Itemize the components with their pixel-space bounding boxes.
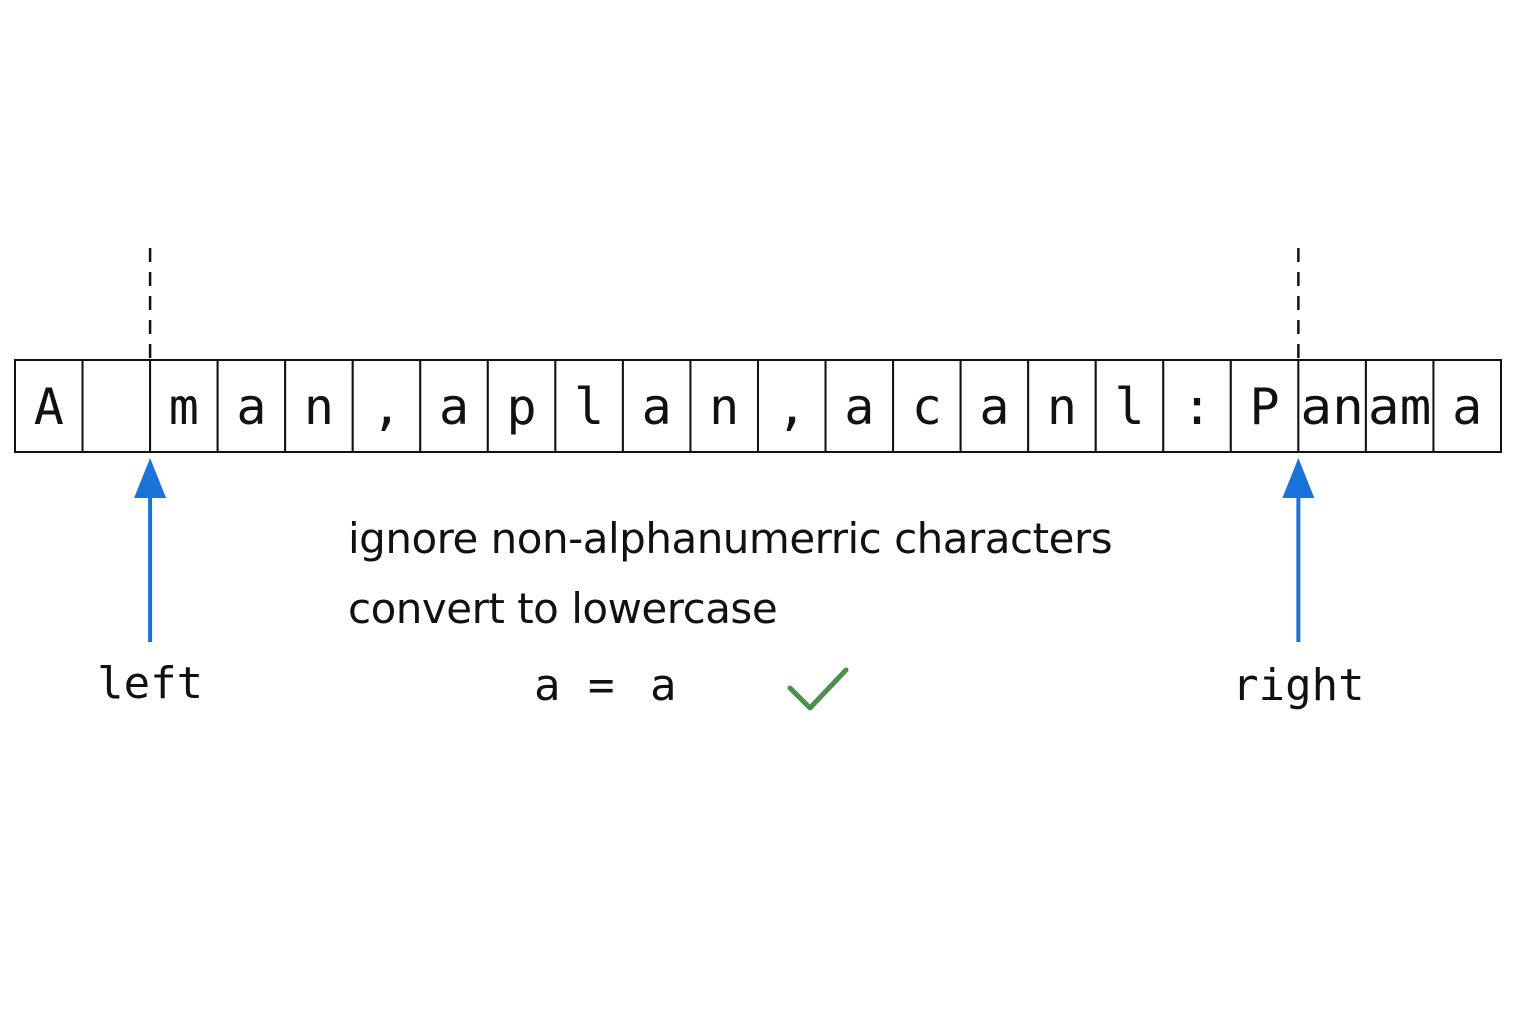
cell-char: p	[507, 378, 537, 436]
right-pointer-arrow-icon	[1282, 458, 1315, 498]
cell-char: am	[1368, 378, 1432, 436]
left-pointer-label: left	[97, 658, 203, 709]
cell-char: ,	[371, 378, 401, 436]
comparison-right-char: a	[650, 660, 677, 711]
right-pointer-label: right	[1232, 660, 1364, 711]
cell-char: a	[642, 378, 672, 436]
cell-char: an	[1300, 378, 1364, 436]
cell-char: a	[236, 378, 266, 436]
comparison-operator: =	[588, 660, 615, 711]
character-array: Am a n, a p l a n, a c a n l: Pan am a	[14, 359, 1503, 453]
cell-char: ,	[777, 378, 807, 436]
comparison-left-char: a	[534, 660, 561, 711]
left-pointer: left	[97, 458, 203, 709]
cell-char: m	[169, 378, 199, 436]
right-pointer: right	[1232, 458, 1365, 711]
cell-char: l	[1114, 378, 1144, 436]
left-pointer-arrow-icon	[134, 458, 167, 498]
cell-box	[81, 359, 152, 453]
cell-char: a	[979, 378, 1009, 436]
checkmark-icon	[787, 667, 849, 711]
cell-char: A	[34, 378, 64, 436]
cell-char: a	[1452, 378, 1482, 436]
cell-char: c	[912, 378, 942, 436]
cell-char: a	[439, 378, 469, 436]
cell-char: n	[1047, 378, 1077, 436]
cell-char: a	[844, 378, 874, 436]
two-pointer-diagram: Am a n, a p l a n, a c a n l: Pan am a left right	[14, 248, 1503, 711]
cell-char: :	[1182, 378, 1212, 436]
cell-char: n	[709, 378, 739, 436]
cell-char: n	[304, 378, 334, 436]
note-ignore-non-alphanumeric: ignore non-alphanumerric characters	[348, 514, 1113, 563]
cell-char: P	[1250, 378, 1280, 436]
cell-char: l	[574, 378, 604, 436]
note-convert-lowercase: convert to lowercase	[348, 584, 778, 633]
